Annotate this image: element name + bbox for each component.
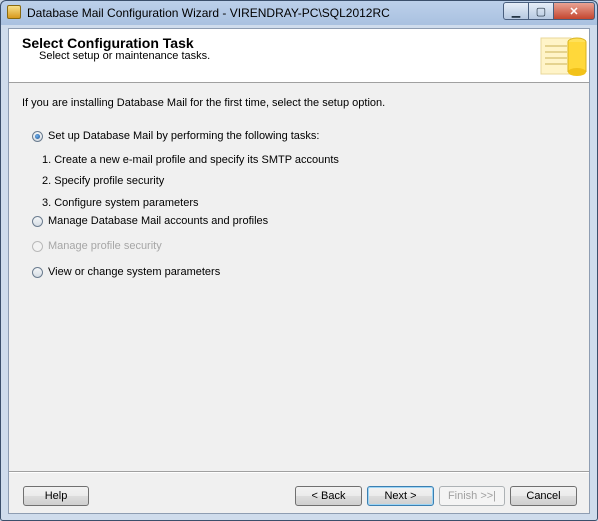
manage-accounts-radio-option[interactable]: Manage Database Mail accounts and profil…	[32, 215, 268, 227]
help-button[interactable]: Help	[23, 486, 89, 506]
setup-option-label: Set up Database Mail by performing the f…	[48, 130, 320, 142]
close-button[interactable]: ✕	[553, 2, 595, 20]
page-title: Select Configuration Task	[22, 35, 194, 51]
app-icon	[7, 5, 21, 19]
database-wizard-icon	[540, 37, 587, 76]
setup-task-3: 3. Configure system parameters	[42, 197, 199, 209]
wizard-window: Database Mail Configuration Wizard - VIR…	[0, 0, 598, 521]
wizard-client-area: Select Configuration Task Select setup o…	[8, 28, 590, 514]
title-bar[interactable]: Database Mail Configuration Wizard - VIR…	[1, 1, 597, 25]
manage-security-radio-option: Manage profile security	[32, 240, 162, 252]
intro-text: If you are installing Database Mail for …	[22, 97, 386, 109]
setup-task-2: 2. Specify profile security	[42, 175, 165, 187]
system-params-option-label: View or change system parameters	[48, 266, 221, 278]
next-button[interactable]: Next >	[367, 486, 434, 506]
maximize-button[interactable]: ▢	[528, 2, 554, 20]
radio-unselected-icon[interactable]	[32, 215, 43, 227]
radio-unselected-icon[interactable]	[32, 266, 43, 278]
finish-button: Finish >>|	[439, 486, 505, 506]
radio-selected-icon[interactable]	[32, 130, 43, 142]
setup-task-1: 1. Create a new e-mail profile and speci…	[42, 154, 339, 166]
manage-security-option-label: Manage profile security	[48, 240, 162, 252]
system-params-radio-option[interactable]: View or change system parameters	[32, 266, 220, 278]
cancel-button[interactable]: Cancel	[510, 486, 577, 506]
window-title: Database Mail Configuration Wizard - VIR…	[27, 6, 390, 20]
footer-divider	[9, 471, 589, 473]
setup-radio-option[interactable]: Set up Database Mail by performing the f…	[32, 130, 319, 142]
minimize-button[interactable]: ▁	[503, 2, 529, 20]
page-subtitle: Select setup or maintenance tasks.	[39, 50, 211, 62]
radio-disabled-icon	[32, 240, 43, 252]
wizard-header: Select Configuration Task Select setup o…	[9, 29, 589, 83]
manage-accounts-option-label: Manage Database Mail accounts and profil…	[48, 215, 269, 227]
back-button[interactable]: < Back	[295, 486, 362, 506]
